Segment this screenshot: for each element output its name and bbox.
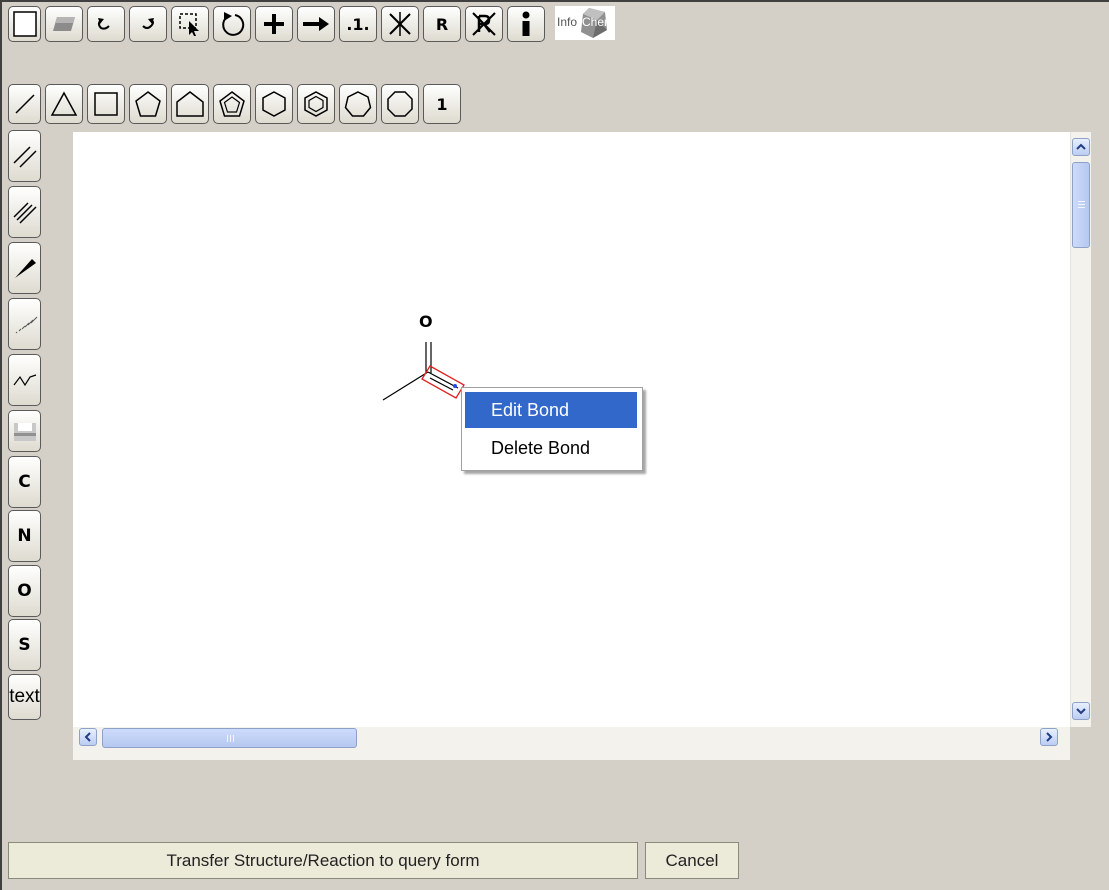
hexagon-ring-icon xyxy=(262,91,286,117)
horizontal-scroll-thumb[interactable] xyxy=(102,728,357,748)
transfer-structure-label: Transfer Structure/Reaction to query for… xyxy=(166,850,480,870)
scroll-down-button[interactable] xyxy=(1072,702,1090,720)
new-drawing-button[interactable] xyxy=(8,6,41,42)
rotate-icon xyxy=(222,12,245,36)
crossed-r-icon xyxy=(472,12,496,36)
transfer-structure-button[interactable]: Transfer Structure/Reaction to query for… xyxy=(8,842,638,879)
selected-atom-marker xyxy=(453,384,457,388)
vertical-scrollbar[interactable] xyxy=(1070,132,1091,727)
oxygen-atom-label[interactable]: O xyxy=(419,312,433,331)
benzene-button[interactable] xyxy=(297,84,335,124)
benzene-ring-icon xyxy=(304,91,328,117)
hashed-wedge-icon xyxy=(15,316,37,334)
plus-button[interactable] xyxy=(255,6,293,42)
blank-page-icon xyxy=(12,11,37,37)
triple-bond-button[interactable] xyxy=(8,186,41,238)
cycloheptane-button[interactable] xyxy=(339,84,377,124)
menu-item-edit-bond[interactable]: Edit Bond xyxy=(465,392,637,428)
double-bond-button[interactable] xyxy=(8,130,41,182)
info-icon xyxy=(522,11,530,36)
undo-icon xyxy=(98,18,110,30)
chevron-up-icon xyxy=(1076,143,1086,150)
text-tool-label: text xyxy=(9,686,40,707)
double-bond-icon xyxy=(12,146,37,168)
select-button[interactable] xyxy=(171,6,209,42)
wedge-bond-icon xyxy=(14,259,36,278)
r-group-button[interactable]: R xyxy=(423,6,461,42)
nitrogen-atom-button[interactable]: N xyxy=(8,510,41,562)
redo-icon xyxy=(142,18,154,29)
chevron-left-icon xyxy=(84,732,91,742)
single-bond-button[interactable] xyxy=(8,84,41,124)
pentagon-ring-icon xyxy=(135,91,161,117)
charge-button[interactable]: .1. xyxy=(339,6,377,42)
atom-map-icon xyxy=(389,12,411,36)
wedge-bond-button[interactable] xyxy=(8,242,41,294)
methyl-bond[interactable] xyxy=(382,371,429,401)
mapping-button[interactable] xyxy=(381,6,419,42)
eraser-icon xyxy=(53,17,75,31)
selection-lasso-icon xyxy=(179,13,199,36)
oxygen-atom-button[interactable]: O xyxy=(8,565,41,617)
cyclohexane-button[interactable] xyxy=(255,84,293,124)
atom-number-button[interactable]: 1 xyxy=(423,84,461,124)
arrow-right-icon xyxy=(303,17,329,31)
scroll-left-button[interactable] xyxy=(79,728,97,746)
single-bond-icon xyxy=(14,94,35,114)
menu-item-delete-bond[interactable]: Delete Bond xyxy=(465,430,637,466)
cancel-button[interactable]: Cancel xyxy=(645,842,739,879)
undo-button[interactable] xyxy=(87,6,125,42)
redo-button[interactable] xyxy=(129,6,167,42)
info-button[interactable] xyxy=(507,6,545,42)
pentagon-double-ring-icon xyxy=(219,91,245,117)
reaction-arrow-button[interactable] xyxy=(297,6,335,42)
wavy-bond-button[interactable] xyxy=(8,354,41,406)
infochem-logo: Info Chem xyxy=(555,6,615,40)
heptagon-ring-icon xyxy=(344,91,372,117)
nitrogen-label: N xyxy=(17,526,32,546)
carbon-label: C xyxy=(18,472,31,492)
text-tool-button[interactable]: text xyxy=(8,674,41,720)
cyclopentane-button[interactable] xyxy=(129,84,167,124)
template-tray-icon xyxy=(13,423,36,441)
cyclopentadiene-button[interactable] xyxy=(213,84,251,124)
cyclopentane-flat-button[interactable] xyxy=(171,84,209,124)
cyclopropane-button[interactable] xyxy=(45,84,83,124)
structure-editor-window: .1. R Info Chem 1 C N O S text O Edit Bo… xyxy=(0,0,1109,890)
square-ring-icon xyxy=(94,92,118,116)
logo-text-chem: Chem xyxy=(582,15,615,29)
cyclooctane-button[interactable] xyxy=(381,84,419,124)
charge-label: .1. xyxy=(346,14,370,34)
wavy-bond-icon xyxy=(13,374,36,387)
scroll-right-button[interactable] xyxy=(1040,728,1058,746)
atom-number-label: 1 xyxy=(436,94,448,114)
template-button[interactable] xyxy=(8,410,41,452)
carbon-atom-button[interactable]: C xyxy=(8,456,41,508)
horizontal-scrollbar[interactable] xyxy=(73,727,1070,760)
cancel-label: Cancel xyxy=(665,850,719,870)
vertical-scroll-thumb[interactable] xyxy=(1072,162,1090,248)
sulfur-atom-button[interactable]: S xyxy=(8,619,41,671)
sulfur-label: S xyxy=(18,635,31,655)
chevron-right-icon xyxy=(1046,732,1053,742)
bond-context-menu: Edit Bond Delete Bond xyxy=(461,387,643,471)
r-group-label: R xyxy=(435,14,449,34)
oxygen-label: O xyxy=(17,581,32,601)
plus-icon xyxy=(264,14,284,34)
chevron-down-icon xyxy=(1076,708,1086,715)
remove-r-group-button[interactable] xyxy=(465,6,503,42)
logo-text-info: Info xyxy=(557,15,578,29)
cyclobutane-button[interactable] xyxy=(87,84,125,124)
eraser-button[interactable] xyxy=(45,6,83,42)
triple-bond-icon xyxy=(12,202,37,224)
hash-bond-button[interactable] xyxy=(8,298,41,350)
triangle-ring-icon xyxy=(50,91,78,116)
octagon-ring-icon xyxy=(387,91,413,117)
rotate-button[interactable] xyxy=(213,6,251,42)
house-pentagon-icon xyxy=(176,91,204,117)
scroll-up-button[interactable] xyxy=(1072,138,1090,156)
bond-selection-highlight xyxy=(421,365,465,399)
